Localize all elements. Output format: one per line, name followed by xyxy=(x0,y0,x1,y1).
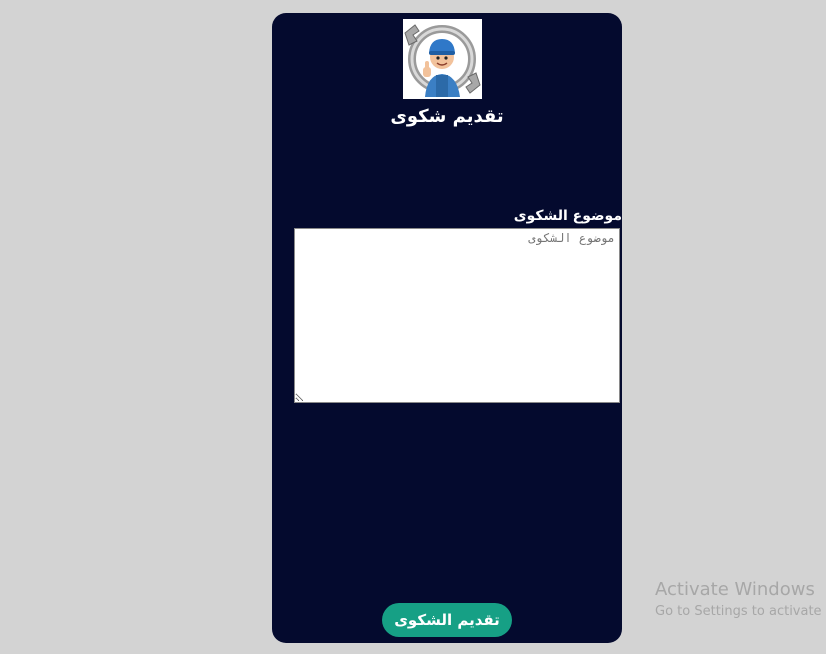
complaint-card: تقديم شكوى موضوع الشكوى تقديم الشكوى xyxy=(272,13,622,643)
page-title: تقديم شكوى xyxy=(390,106,504,127)
watermark-title: Activate Windows xyxy=(655,579,815,600)
mechanic-logo-icon xyxy=(403,19,482,99)
submit-complaint-button[interactable]: تقديم الشكوى xyxy=(382,603,512,637)
watermark-subtitle: Go to Settings to activate xyxy=(655,604,822,619)
complaint-subject-textarea[interactable] xyxy=(294,228,620,403)
complaint-subject-label: موضوع الشكوى xyxy=(513,208,622,224)
activate-windows-watermark: Activate Windows Go to Settings to activ… xyxy=(655,578,822,622)
